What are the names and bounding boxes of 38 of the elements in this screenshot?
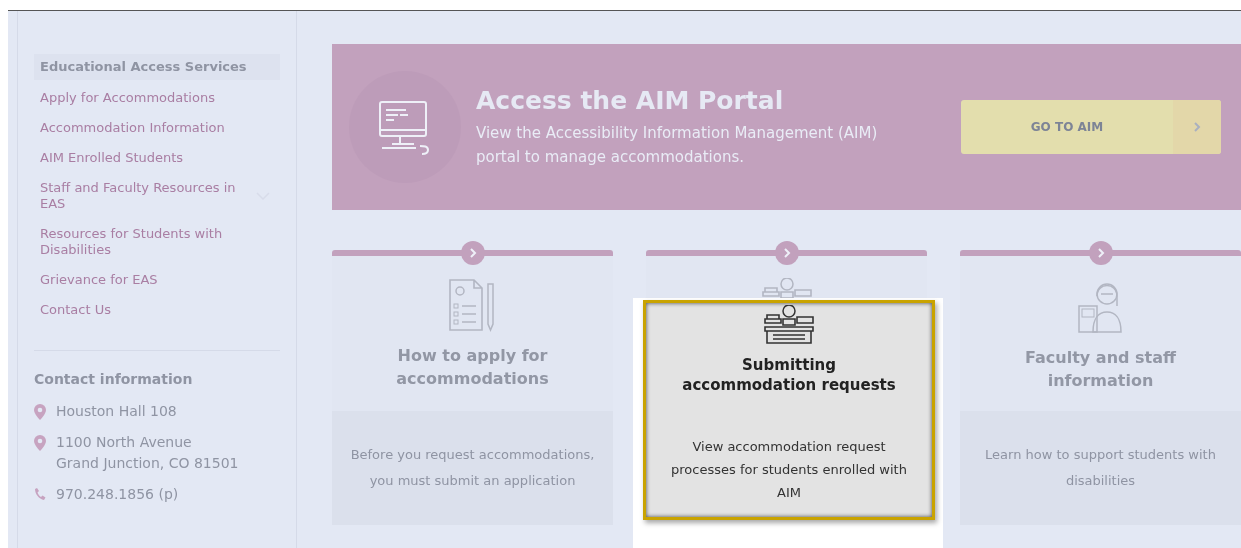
contact-text: Houston Hall 108: [56, 402, 177, 421]
sidebar-nav-link[interactable]: Resources for Students with Disabilities: [34, 222, 280, 262]
nav-label: Contact Us: [40, 302, 111, 318]
nav-label: Staff and Faculty Resources in EAS: [40, 180, 237, 212]
location-pin-icon: [34, 404, 46, 420]
nav-label: Grievance for EAS: [40, 272, 158, 288]
contact-heading: Contact information: [34, 371, 194, 387]
sidebar-nav-link[interactable]: Grievance for EAS: [34, 268, 280, 292]
nav-label: Apply for Accommodations: [40, 90, 215, 106]
banner-description: View the Accessibility Information Management (AIM) portal to manage accommodations.: [476, 122, 879, 168]
highlighted-card[interactable]: Submitting accommodation requests View accommodation request processes for students enrolled with AIM: [643, 300, 935, 520]
sidebar-nav-link[interactable]: Educational Access Services: [34, 54, 280, 80]
nav-label: Educational Access Services: [40, 59, 247, 75]
card-title: Faculty and staff information: [1024, 347, 1177, 392]
sidebar-nav-link[interactable]: Apply for Accommodations: [34, 86, 280, 110]
sidebar-nav-link[interactable]: Contact Us: [34, 298, 280, 322]
sidebar-nav-link[interactable]: Staff and Faculty Resources in EAS: [34, 176, 280, 216]
card-description: Learn how to support students with disabilities: [984, 446, 1217, 490]
nav-label: Resources for Students with Disabilities: [40, 226, 224, 258]
nav-label: Accommodation Information: [40, 120, 225, 136]
phone-icon: [34, 487, 46, 503]
location-pin-icon: [34, 435, 46, 451]
contact-text: 1100 North Avenue Grand Junction, CO 81501: [56, 433, 239, 473]
card-description: Before you request accommodations, you must submit an application: [349, 446, 596, 490]
chevron-right-icon: [1095, 247, 1106, 259]
sidebar-nav-link[interactable]: AIM Enrolled Students: [34, 146, 280, 170]
card-title: Submitting accommodation requests: [681, 355, 897, 395]
card-description: View accommodation request processes for students enrolled with AIM: [670, 438, 908, 502]
person-at-desk-icon: [763, 305, 815, 345]
chevron-right-icon: [781, 247, 792, 259]
go-to-aim-button[interactable]: GO TO AIM: [961, 100, 1221, 154]
sidebar-nav-link[interactable]: Accommodation Information: [34, 116, 280, 140]
nav-label: AIM Enrolled Students: [40, 150, 184, 166]
card-title: How to apply for accommodations: [395, 345, 550, 390]
contact-text: 970.248.1856 (p): [56, 485, 179, 504]
banner-title: Access the AIM Portal: [476, 85, 785, 115]
chevron-right-icon: [1192, 121, 1202, 133]
chevron-right-icon: [467, 247, 478, 259]
